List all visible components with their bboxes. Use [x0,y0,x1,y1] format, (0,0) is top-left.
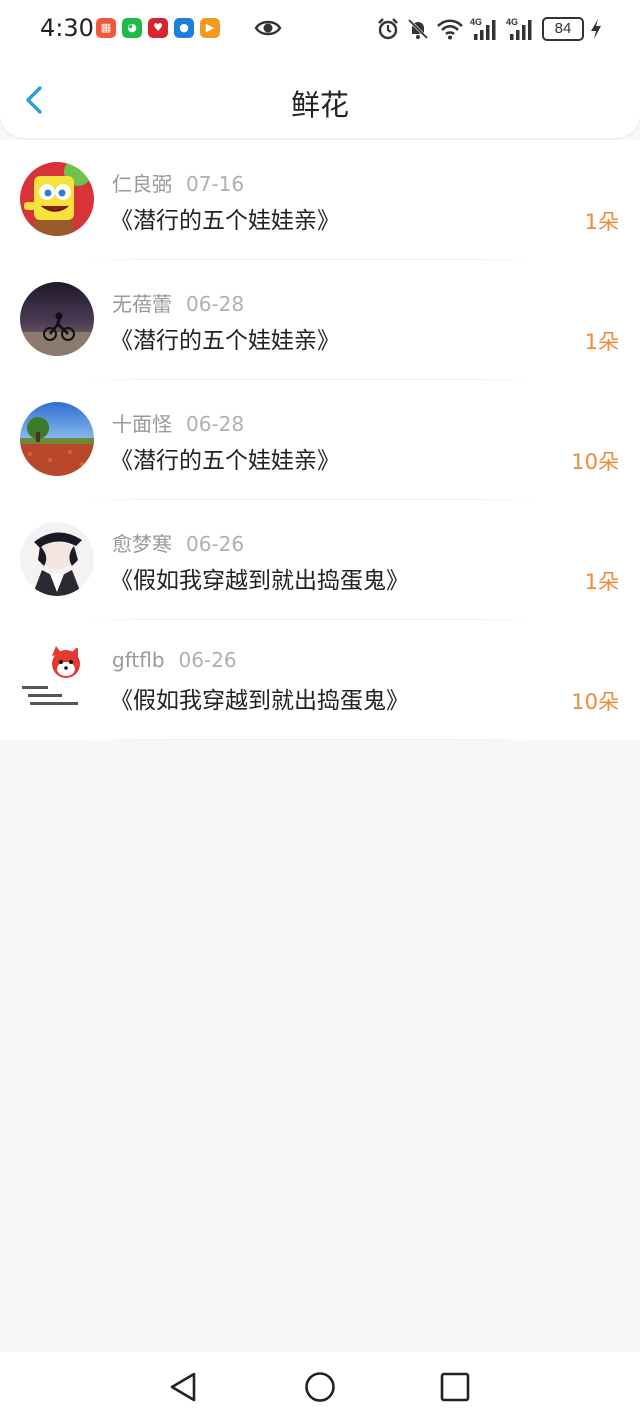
date: 06-26 [186,532,245,556]
page-title: 鲜花 [290,88,349,122]
list-item-meta: 十面怪 06-28 [112,408,244,437]
play-app-icon: ▶ [200,18,220,38]
list-item-meta: 愈梦寒 06-26 [112,528,244,557]
user-name: 十面怪 [112,412,172,436]
header: 鲜花 [0,58,640,138]
date: 06-26 [178,648,237,672]
user-name: gftflb [112,648,165,672]
flower-count: 1朵 [584,330,619,354]
list-item[interactable]: 无蓓蕾 06-28 《潜行的五个娃娃亲》 1朵 [0,260,640,380]
notification-app-icons: ▦ ◕ ♥ ● ▶ [96,18,220,38]
wechat-icon: ◕ [122,18,142,38]
flower-count: 1朵 [584,570,619,594]
svg-text:4G: 4G [470,17,482,27]
flower-count: 1朵 [584,210,619,234]
divider [80,739,540,740]
motorbike-avatar-image [20,282,94,356]
eye-icon [254,20,282,36]
alarm-icon [378,18,398,40]
date: 06-28 [186,412,245,436]
avatar[interactable] [20,162,94,236]
heart-app-icon: ♥ [148,18,168,38]
list-item[interactable]: 十面怪 06-28 《潜行的五个娃娃亲》 10朵 [0,380,640,500]
wifi-icon [437,19,463,40]
anime-boy-avatar-image [20,522,94,596]
list-item-meta: 仁良弼 07-16 [112,168,244,197]
avatar[interactable] [20,282,94,356]
user-name: 无蓓蕾 [112,292,172,316]
battery-indicator: 84 [542,17,584,41]
avatar[interactable] [20,522,94,596]
book-title: 《潜行的五个娃娃亲》 [110,328,340,354]
mute-bell-icon [407,18,429,40]
field-tree-avatar-image [20,402,94,476]
signal-1-icon: 4G [470,17,496,40]
spongebob-avatar-image [20,162,94,236]
book-title: 《潜行的五个娃娃亲》 [110,208,340,234]
list-item[interactable]: gftflb 06-26 《假如我穿越到就出捣蛋鬼》 10朵 [0,620,640,740]
list-item[interactable]: 仁良弼 07-16 《潜行的五个娃娃亲》 1朵 [0,140,640,260]
red-fox-avatar-image [20,642,94,716]
home-circle-icon [305,1372,335,1402]
system-nav-bar [0,1352,640,1422]
list-item-meta: gftflb 06-26 [112,648,237,672]
book-title: 《潜行的五个娃娃亲》 [110,448,340,474]
user-name: 愈梦寒 [112,532,172,556]
nav-home-button[interactable] [303,1370,337,1404]
status-right: 4G 4G 84 [376,14,602,44]
list-item-meta: 无蓓蕾 06-28 [112,288,244,317]
nav-recents-button[interactable] [438,1370,472,1404]
user-name: 仁良弼 [112,172,172,196]
recents-square-icon [440,1372,470,1402]
status-time: 4:30 [40,14,94,42]
signal-2-icon: 4G [506,17,532,40]
status-bar: 4:30 ▦ ◕ ♥ ● ▶ 4G 4G 84 [0,0,640,58]
weibo-app-icon: ● [174,18,194,38]
flower-count: 10朵 [571,450,619,474]
date: 06-28 [186,292,245,316]
flower-count: 10朵 [571,690,619,714]
charging-icon [591,19,601,39]
book-title: 《假如我穿越到就出捣蛋鬼》 [110,688,409,714]
flower-list: 仁良弼 07-16 《潜行的五个娃娃亲》 1朵 无蓓蕾 06-28 《潜行的五个… [0,140,640,740]
nav-back-button[interactable] [166,1370,200,1404]
back-triangle-icon [170,1372,196,1402]
list-item[interactable]: 愈梦寒 06-26 《假如我穿越到就出捣蛋鬼》 1朵 [0,500,640,620]
book-title: 《假如我穿越到就出捣蛋鬼》 [110,568,409,594]
date: 07-16 [186,172,245,196]
avatar[interactable] [20,642,94,716]
gallery-app-icon: ▦ [96,18,116,38]
svg-text:4G: 4G [506,17,518,27]
avatar[interactable] [20,402,94,476]
